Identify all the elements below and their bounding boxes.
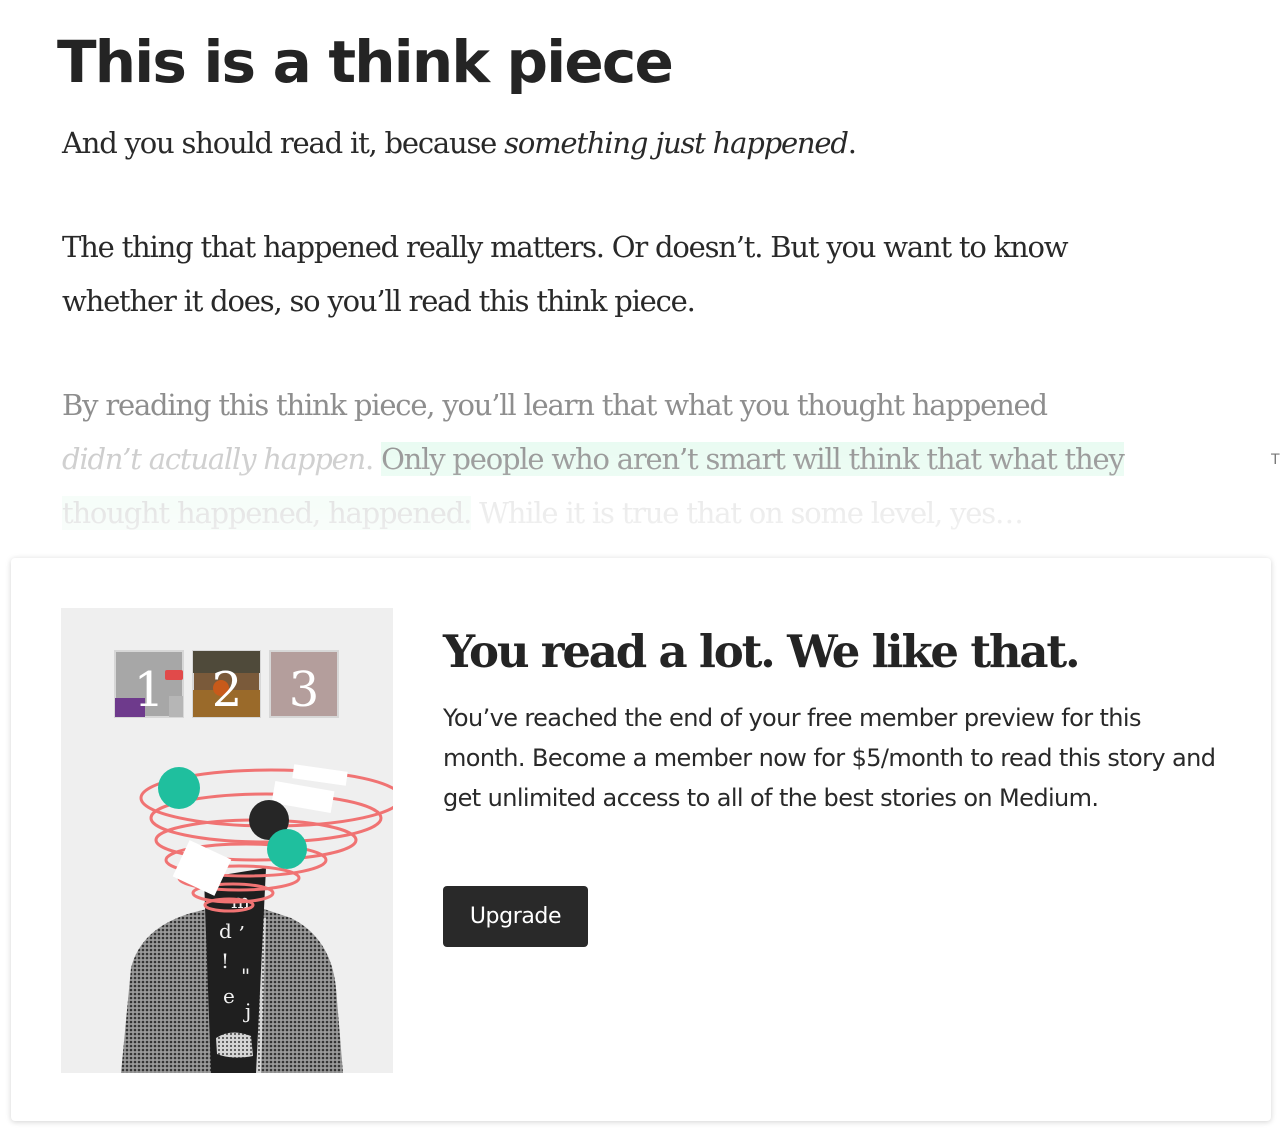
paragraph-line: didn’t actually happen. Only people who … [62, 432, 1125, 486]
paragraph-emphasis: something just happened [504, 126, 849, 160]
teal-circle [267, 829, 307, 869]
article-paragraph-3: By reading this think piece, you’ll lear… [62, 378, 1125, 540]
teal-circle [158, 767, 200, 809]
svg-text:d: d [219, 919, 232, 943]
number-3: 3 [289, 662, 320, 718]
paragraph-line: thought happened, happened. While it is … [62, 486, 1124, 540]
faded-text: While it is true that on some level, yes… [471, 496, 1024, 530]
svg-text:!: ! [221, 949, 229, 973]
paragraph-separator: . [365, 442, 382, 476]
paragraph-line: The thing that happened really matters. … [62, 230, 1069, 264]
article-paragraph-2: The thing that happened really matters. … [62, 220, 1069, 328]
paragraph-period: . [847, 126, 857, 160]
side-note-glyph: T [1271, 452, 1280, 468]
paywall-message: You’ve reached the end of your free memb… [443, 704, 1216, 812]
upgrade-button[interactable]: Upgrade [443, 886, 588, 947]
article-paragraph-1: And you should read it, because somethin… [62, 116, 857, 170]
number-2: 2 [212, 662, 243, 718]
number-1: 1 [134, 662, 165, 718]
paywall-illustration: 1 2 3 d , ! " e j m [61, 608, 393, 1073]
paragraph-text: And you should read it, because [62, 126, 505, 160]
svg-text:": " [241, 964, 250, 988]
paragraph-emphasis: didn’t actually happen [62, 442, 366, 476]
svg-text:e: e [223, 984, 235, 1008]
paywall-heading: You read a lot. We like that. [443, 625, 1081, 678]
paragraph-line: whether it does, so you’ll read this thi… [62, 284, 696, 318]
svg-text:j: j [243, 999, 251, 1023]
highlighted-text[interactable]: Only people who aren’t smart will think … [381, 442, 1125, 476]
highlighted-text[interactable]: thought happened, happened. [62, 496, 472, 530]
paywall-card: 1 2 3 d , ! " e j m You read a lot. We l… [11, 558, 1271, 1121]
article-title: This is a think piece [57, 28, 674, 96]
reading-illustration-svg: 1 2 3 d , ! " e j m [114, 650, 393, 1073]
article: This is a think piece And you should rea… [0, 0, 1280, 560]
paragraph-line: By reading this think piece, you’ll lear… [62, 388, 1048, 422]
